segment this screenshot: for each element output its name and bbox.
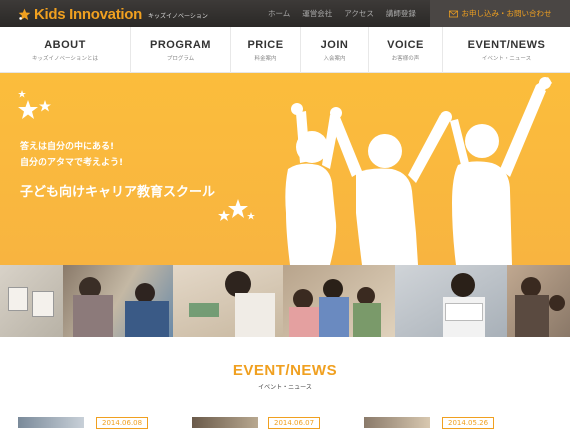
nav-label: ABOUT (44, 38, 86, 51)
event-thumb-2[interactable] (192, 417, 258, 428)
nav-join[interactable]: JOIN 入会案内 (300, 27, 368, 73)
contact-label: お申し込み・お問い合わせ (461, 9, 552, 18)
nav-label: PRICE (247, 38, 284, 51)
nav-about[interactable]: ABOUT キッズイノベーションとは (0, 27, 130, 73)
nav-sublabel: 入会案内 (323, 55, 346, 62)
nav-sublabel: お客様の声 (391, 55, 420, 62)
main-nav: ABOUT キッズイノベーションとは PROGRAM プログラム PRICE 料… (0, 27, 570, 73)
mail-icon (448, 10, 458, 17)
top-bar: Kids Innovation キッズイノベーション ホーム 運営会社 アクセス… (0, 0, 570, 27)
photo-4 (283, 265, 395, 337)
hero-line-2: 自分のアタマで考えよう! (20, 158, 124, 168)
logo[interactable]: Kids Innovation キッズイノベーション (18, 5, 208, 23)
event-date-1: 2014.06.08 (96, 417, 149, 429)
hero-tagline: 子ども向けキャリア教育スクール (20, 185, 216, 200)
children-silhouette (285, 77, 552, 265)
nav-price[interactable]: PRICE 料金案内 (230, 27, 300, 73)
photo-strip (0, 265, 570, 337)
event-thumb-1[interactable] (18, 417, 84, 428)
nav-program[interactable]: PROGRAM プログラム (130, 27, 230, 73)
nav-label: JOIN (320, 38, 349, 51)
top-link-home[interactable]: ホーム (268, 8, 290, 19)
photo-5 (395, 265, 507, 337)
photo-3 (173, 265, 283, 337)
logo-text: Kids Innovation (34, 5, 143, 23)
hero-copy: 答えは自分の中にある! 自分のアタマで考えよう! 子ども向けキャリア教育スクール (20, 139, 215, 200)
nav-label: VOICE (387, 38, 424, 51)
hero-banner: 答えは自分の中にある! 自分のアタマで考えよう! 子ども向けキャリア教育スクール (0, 73, 570, 265)
event-news-title: EVENT/NEWS (232, 362, 338, 379)
nav-event-news[interactable]: EVENT/NEWS イベント・ニュース (442, 27, 570, 73)
event-date-2: 2014.06.07 (268, 417, 321, 429)
logo-subtitle: キッズイノベーション (148, 13, 208, 20)
nav-label: PROGRAM (150, 38, 211, 51)
event-thumb-3[interactable] (364, 417, 430, 428)
top-link-company[interactable]: 運営会社 (302, 8, 332, 19)
contact-button[interactable]: お申し込み・お問い合わせ (430, 0, 570, 27)
nav-sublabel: キッズイノベーションとは (32, 55, 98, 62)
nav-label: EVENT/NEWS (467, 38, 546, 51)
nav-sublabel: イベント・ニュース (481, 55, 532, 62)
hero-line-1: 答えは自分の中にある! (20, 142, 115, 152)
photo-1 (0, 265, 63, 337)
event-date-3: 2014.05.26 (442, 417, 495, 429)
event-news-subtitle: イベント・ニュース (258, 384, 312, 391)
photo-6 (507, 265, 570, 337)
top-nav: ホーム 運営会社 アクセス 講師登録 (268, 8, 416, 19)
nav-voice[interactable]: VOICE お客様の声 (368, 27, 442, 73)
photo-2 (63, 265, 173, 337)
star-logo-icon (18, 8, 31, 20)
top-link-access[interactable]: アクセス (344, 8, 374, 19)
nav-sublabel: プログラム (166, 55, 195, 62)
top-link-instructor[interactable]: 講師登録 (386, 8, 416, 19)
nav-sublabel: 料金案内 (254, 55, 277, 62)
